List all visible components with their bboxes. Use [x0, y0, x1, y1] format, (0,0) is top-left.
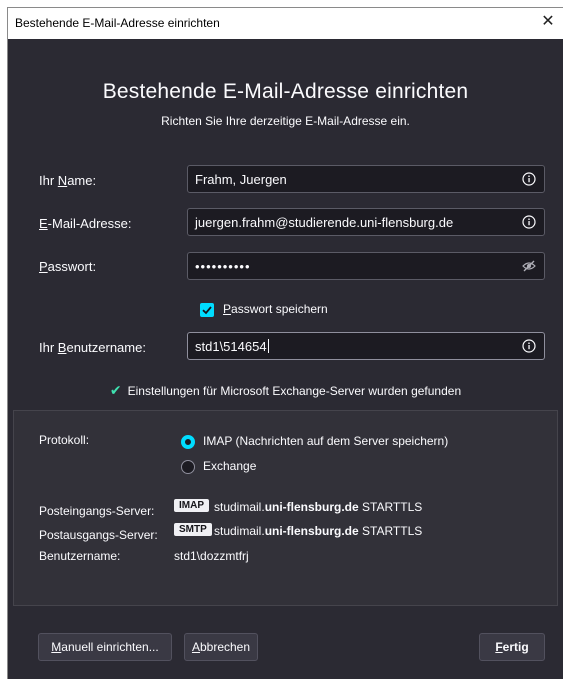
dialog-window: Bestehende E-Mail-Adresse einrichten ✕ B… — [7, 7, 563, 679]
name-label: Ihr Name: — [39, 173, 97, 188]
name-value: Frahm, Juergen — [195, 172, 287, 187]
username-field[interactable]: std1\514654 — [187, 332, 545, 360]
incoming-server-label: Posteingangs-Server: — [39, 504, 155, 518]
radio-exchange[interactable] — [181, 460, 195, 474]
email-value: juergen.frahm@studierende.uni-flensburg.… — [195, 215, 454, 230]
outgoing-server-value: studimail.uni-flensburg.de STARTTLS — [214, 524, 423, 538]
protocol-label: Protokoll: — [39, 433, 90, 447]
check-icon — [202, 306, 212, 315]
radio-exchange-label[interactable]: Exchange — [203, 459, 256, 473]
info-icon[interactable] — [522, 339, 536, 353]
incoming-protocol-badge: IMAP — [174, 499, 209, 512]
config-found-text: Einstellungen für Microsoft Exchange-Ser… — [127, 384, 462, 398]
info-icon[interactable] — [522, 172, 536, 186]
remember-password-label[interactable]: Passwort speichern — [223, 302, 328, 316]
server-username-value: std1\dozzmtfrj — [174, 549, 249, 563]
cancel-button[interactable]: Abbrechen — [184, 633, 258, 661]
password-field[interactable]: •••••••••• — [187, 252, 545, 280]
manual-setup-button[interactable]: Manuell einrichten... — [38, 633, 172, 661]
server-username-label: Benutzername: — [39, 549, 121, 563]
titlebar: Bestehende E-Mail-Adresse einrichten ✕ — [8, 8, 563, 39]
radio-imap[interactable] — [181, 435, 195, 449]
password-value: •••••••••• — [195, 259, 251, 274]
page-subtitle: Richten Sie Ihre derzeitige E-Mail-Adres… — [161, 114, 410, 128]
config-panel: Protokoll: IMAP (Nachrichten auf dem Ser… — [13, 410, 558, 606]
config-found-status: ✔ Einstellungen für Microsoft Exchange-Se… — [8, 382, 563, 399]
email-field[interactable]: juergen.frahm@studierende.uni-flensburg.… — [187, 208, 545, 236]
window-title: Bestehende E-Mail-Adresse einrichten — [15, 16, 220, 30]
radio-imap-label[interactable]: IMAP (Nachrichten auf dem Server speiche… — [203, 434, 448, 448]
password-label: Passwort: — [39, 259, 97, 274]
text-caret — [267, 339, 269, 353]
remember-password-checkbox[interactable] — [200, 303, 214, 317]
info-icon[interactable] — [522, 215, 536, 229]
incoming-server-value: studimail.uni-flensburg.de STARTTLS — [214, 500, 423, 514]
outgoing-protocol-badge: SMTP — [174, 523, 212, 536]
close-icon[interactable]: ✕ — [537, 11, 559, 33]
outgoing-server-label: Postausgangs-Server: — [39, 528, 158, 542]
done-button[interactable]: Fertig — [479, 633, 545, 661]
name-field[interactable]: Frahm, Juergen — [187, 165, 545, 193]
email-label: E-Mail-Adresse: — [39, 216, 132, 231]
eye-slash-icon[interactable] — [522, 259, 536, 273]
checkmark-icon: ✔ — [109, 382, 122, 398]
username-label: Ihr Benutzername: — [39, 340, 146, 355]
username-value: std1\514654 — [195, 339, 269, 354]
page-title: Bestehende E-Mail-Adresse einrichten — [102, 80, 469, 103]
